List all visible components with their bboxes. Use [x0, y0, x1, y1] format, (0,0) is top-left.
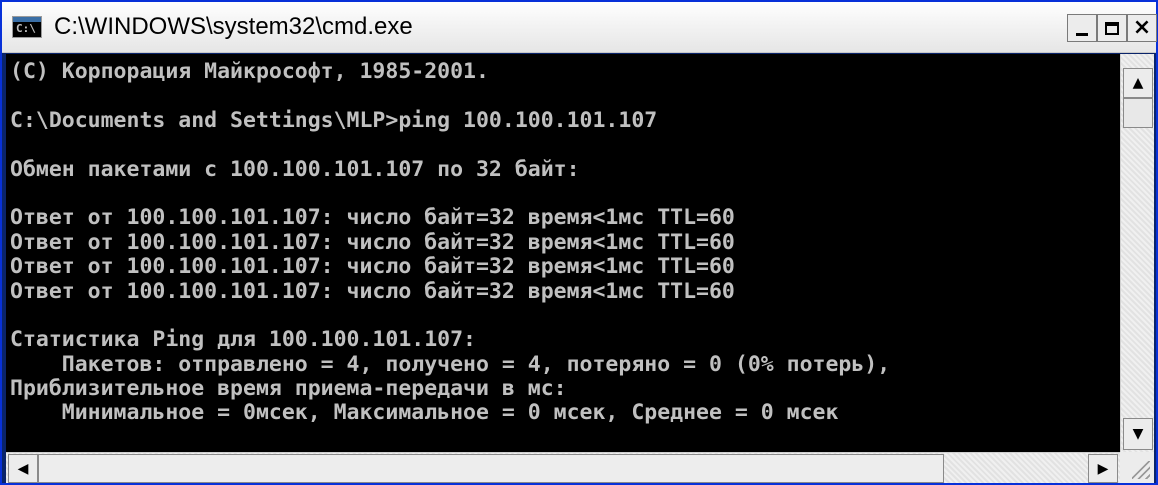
- arrow-left-icon: ◀: [17, 460, 29, 477]
- window-title: C:\WINDOWS\system32\cmd.exe: [54, 13, 413, 40]
- console-line: (C) Корпорация Майкрософт, 1985-2001.: [10, 59, 489, 84]
- cmd-window: C:\ C:\WINDOWS\system32\cmd.exe × (C) Ко…: [0, 0, 1158, 485]
- console-line: C:\Documents and Settings\MLP>ping 100.1…: [10, 107, 658, 133]
- maximize-icon: [1105, 21, 1119, 35]
- arrow-down-icon: ▼: [1132, 426, 1144, 442]
- close-icon: ×: [1132, 15, 1152, 40]
- scroll-right-button[interactable]: ▶: [1088, 454, 1118, 483]
- console-line: Пакетов: отправлено = 4, получено = 4, п…: [10, 351, 891, 377]
- arrow-right-icon: ▶: [1097, 460, 1109, 477]
- scroll-down-button[interactable]: ▼: [1123, 418, 1153, 450]
- horizontal-scroll-thumb[interactable]: [38, 454, 944, 483]
- console-output[interactable]: (C) Корпорация Майкрософт, 1985-2001. C:\…: [6, 54, 1120, 452]
- console-icon[interactable]: C:\: [12, 16, 42, 38]
- console-line: Обмен пакетами с 100.100.101.107 по 32 б…: [10, 156, 580, 182]
- scroll-left-button[interactable]: ◀: [8, 454, 38, 483]
- console-line: Статистика Ping для 100.100.101.107:: [10, 327, 476, 353]
- resize-grip[interactable]: [1120, 452, 1154, 483]
- maximize-button[interactable]: [1097, 14, 1127, 42]
- console-line: Ответ от 100.100.101.107: число байт=32 …: [10, 278, 735, 304]
- minimize-button[interactable]: [1067, 14, 1097, 42]
- title-bar[interactable]: C:\ C:\WINDOWS\system32\cmd.exe ×: [2, 2, 1157, 53]
- console-line: Минимальное = 0мсек, Максимальное = 0 мс…: [10, 400, 839, 426]
- arrow-up-icon: ▲: [1132, 75, 1144, 91]
- console-line: Ответ от 100.100.101.107: число байт=32 …: [10, 205, 735, 231]
- close-button[interactable]: ×: [1127, 14, 1157, 42]
- scroll-up-button[interactable]: ▲: [1123, 68, 1153, 98]
- vertical-scrollbar[interactable]: ▲ ▼: [1120, 54, 1154, 452]
- resize-grip-icon: [1132, 461, 1150, 479]
- horizontal-scrollbar[interactable]: ◀ ▶: [6, 452, 1120, 483]
- console-line: Ответ от 100.100.101.107: число байт=32 …: [10, 254, 735, 280]
- console-line: Приблизительное время приема-передачи в …: [10, 376, 567, 402]
- console-icon-glyph: C:\: [16, 22, 36, 35]
- console-line: Ответ от 100.100.101.107: число байт=32 …: [10, 229, 735, 255]
- vertical-scroll-thumb[interactable]: [1123, 98, 1153, 128]
- minimize-icon: [1076, 32, 1088, 36]
